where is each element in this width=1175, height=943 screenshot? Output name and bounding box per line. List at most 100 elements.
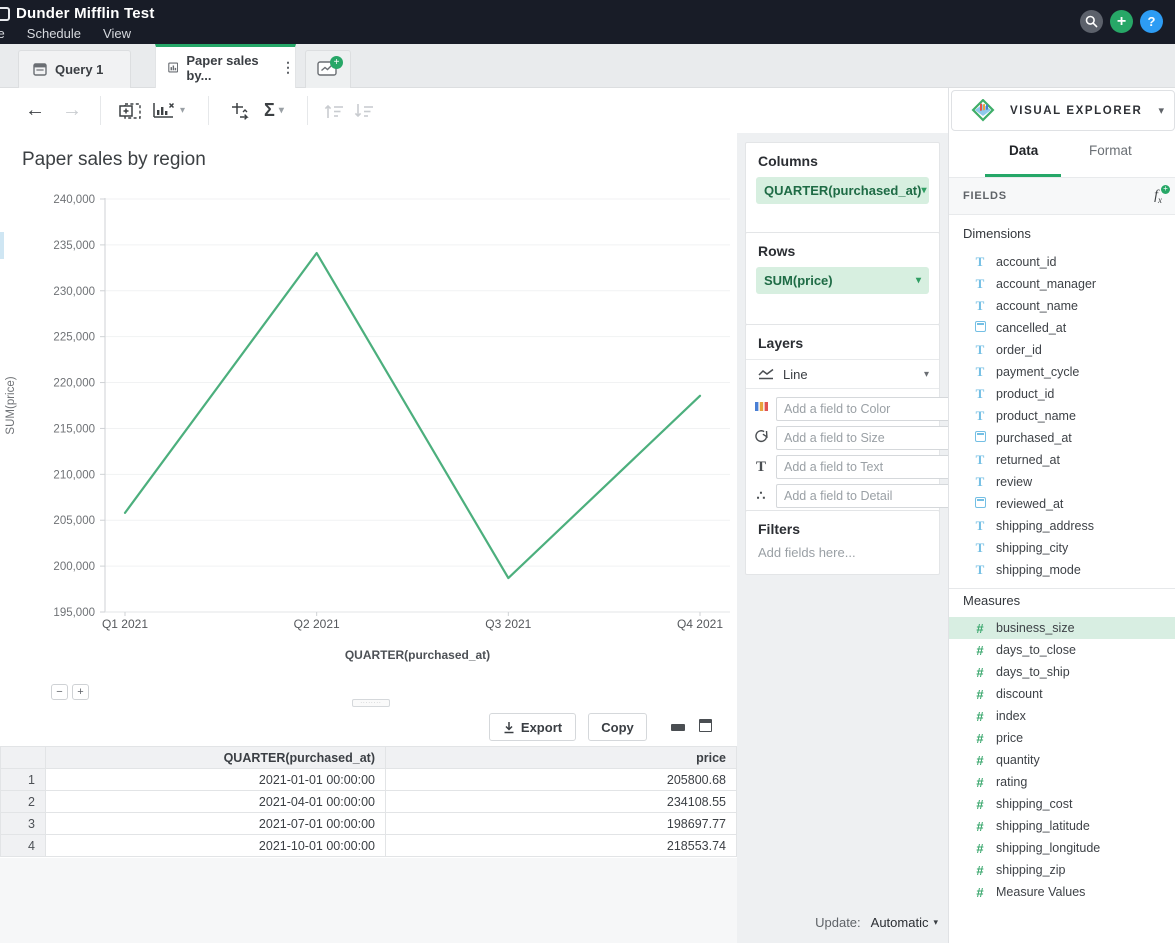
dimension-item-product_name[interactable]: Tproduct_name [949,405,1175,427]
column-header-rownum[interactable] [1,747,46,769]
add-field-to-detail-input[interactable] [776,484,953,508]
dimension-item-account_name[interactable]: Taccount_name [949,295,1175,317]
rows-pill[interactable]: SUM(price) ▾ [756,267,929,294]
svg-text:210,000: 210,000 [53,469,95,481]
update-mode-dropdown[interactable]: Automatic ▾ [871,915,938,930]
dimension-item-account_manager[interactable]: Taccount_manager [949,273,1175,295]
dimension-item-shipping_mode[interactable]: Tshipping_mode [949,559,1175,581]
explorer-panel: VISUAL EXPLORER ▾ Data Format FIELDS fx+… [948,88,1175,943]
minimize-table-icon[interactable] [671,724,685,731]
dimension-item-payment_cycle[interactable]: Tpayment_cycle [949,361,1175,383]
maximize-table-icon[interactable] [699,719,712,732]
measure-item-index[interactable]: #index [949,705,1175,727]
resize-handle[interactable]: ........ [352,699,390,707]
sort-descending-button[interactable] [352,88,376,133]
measure-item-rating[interactable]: #rating [949,771,1175,793]
sort-ascending-button[interactable] [322,88,346,133]
table-row[interactable]: 32021-07-01 00:00:00198697.77 [1,813,737,835]
dimension-item-order_id[interactable]: Torder_id [949,339,1175,361]
add-field-to-text-input[interactable] [776,455,953,479]
tab-paper-sales[interactable]: Paper sales by... ⋮ [155,44,296,88]
aggregate-button[interactable]: Σ ▾ [264,88,284,133]
chart-type-dropdown[interactable]: Line ▾ [746,360,939,389]
copy-button[interactable]: Copy [588,713,647,741]
add-card-button[interactable] [118,88,142,133]
columns-pill-label: QUARTER(purchased_at) [764,183,921,198]
export-label: Export [521,720,562,735]
measure-item-shipping_latitude[interactable]: #shipping_latitude [949,815,1175,837]
remove-chart-icon [152,101,176,120]
svg-text:235,000: 235,000 [53,240,95,252]
measure-item-shipping_cost[interactable]: #shipping_cost [949,793,1175,815]
measure-label: days_to_ship [996,665,1070,679]
measure-item-shipping_longitude[interactable]: #shipping_longitude [949,837,1175,859]
measure-label: shipping_cost [996,797,1072,811]
measure-item-price[interactable]: #price [949,727,1175,749]
measure-item-days_to_close[interactable]: #days_to_close [949,639,1175,661]
column-header-price[interactable]: price [386,747,737,769]
tab-label: Paper sales by... [186,53,267,83]
menu-item-schedule[interactable]: Schedule [27,26,81,41]
dimension-item-purchased_at[interactable]: purchased_at [949,427,1175,449]
dimension-item-shipping_address[interactable]: Tshipping_address [949,515,1175,537]
menu-item-view[interactable]: View [103,26,131,41]
tab-format[interactable]: Format [1089,143,1132,158]
color-icon [753,400,769,418]
number-field-icon: # [973,863,987,878]
add-chart-tab-button[interactable]: + [305,50,351,88]
back-arrow-icon: ← [25,99,45,122]
dimension-item-product_id[interactable]: Tproduct_id [949,383,1175,405]
results-table[interactable]: QUARTER(purchased_at)price 12021-01-01 0… [0,746,737,857]
visual-explorer-dropdown[interactable]: VISUAL EXPLORER ▾ [951,90,1175,131]
dimension-item-cancelled_at[interactable]: cancelled_at [949,317,1175,339]
toolbar-divider [307,96,308,125]
text-field-icon: T [973,298,987,314]
column-header-QUARTER(purchased_at)[interactable]: QUARTER(purchased_at) [46,747,386,769]
filters-placeholder[interactable]: Add fields here... [746,545,939,574]
dimension-label: shipping_mode [996,563,1081,577]
measure-item-quantity[interactable]: #quantity [949,749,1175,771]
caret-down-icon[interactable]: ▾ [921,185,926,196]
text-field-icon: T [973,474,987,490]
swap-axes-button[interactable] [230,88,252,133]
remove-chart-button[interactable]: ▾ [152,88,185,133]
measure-item-measure_values[interactable]: #Measure Values [949,881,1175,903]
tab-menu-icon[interactable]: ⋮ [281,59,295,76]
export-button[interactable]: Export [489,713,576,741]
dimension-item-shipping_city[interactable]: Tshipping_city [949,537,1175,559]
text-icon: T [753,458,769,476]
columns-pill[interactable]: QUARTER(purchased_at) ▾ [756,177,929,204]
measure-label: Measure Values [996,885,1085,899]
plus-badge-icon: + [1161,185,1170,194]
undo-button[interactable]: ← [25,88,45,133]
dimension-item-reviewed_at[interactable]: reviewed_at [949,493,1175,515]
search-button[interactable] [1080,10,1103,33]
measure-label: price [996,731,1023,745]
dimension-item-returned_at[interactable]: Treturned_at [949,449,1175,471]
dimension-item-review[interactable]: Treview [949,471,1175,493]
zoom-out-button[interactable]: − [51,684,68,700]
measure-item-business_size[interactable]: #business_size [949,617,1175,639]
redo-button[interactable]: → [62,88,82,133]
menu-item-share[interactable]: are [0,26,5,41]
measure-item-shipping_zip[interactable]: #shipping_zip [949,859,1175,881]
detail-icon: ∴ [753,487,769,505]
measure-item-days_to_ship[interactable]: #days_to_ship [949,661,1175,683]
measure-item-discount[interactable]: #discount [949,683,1175,705]
tab-query-1[interactable]: Query 1 [18,50,131,88]
help-button[interactable]: ? [1140,10,1163,33]
tab-data[interactable]: Data [1009,143,1038,158]
line-chart[interactable]: 195,000200,000205,000210,000215,000220,0… [0,133,737,678]
table-row[interactable]: 22021-04-01 00:00:00234108.55 [1,791,737,813]
add-field-to-size-input[interactable] [776,426,953,450]
update-control: Update: Automatic ▾ [815,915,938,930]
table-row[interactable]: 12021-01-01 00:00:00205800.68 [1,769,737,791]
add-calculated-field-button[interactable]: fx+ [1154,188,1162,205]
add-field-to-color-input[interactable] [776,397,953,421]
dimension-item-account_id[interactable]: Taccount_id [949,251,1175,273]
caret-down-icon[interactable]: ▾ [916,275,921,286]
table-row[interactable]: 42021-10-01 00:00:00218553.74 [1,835,737,857]
zoom-in-button[interactable]: + [72,684,89,700]
line-chart-type-icon [758,368,775,380]
new-item-button[interactable]: + [1110,10,1133,33]
